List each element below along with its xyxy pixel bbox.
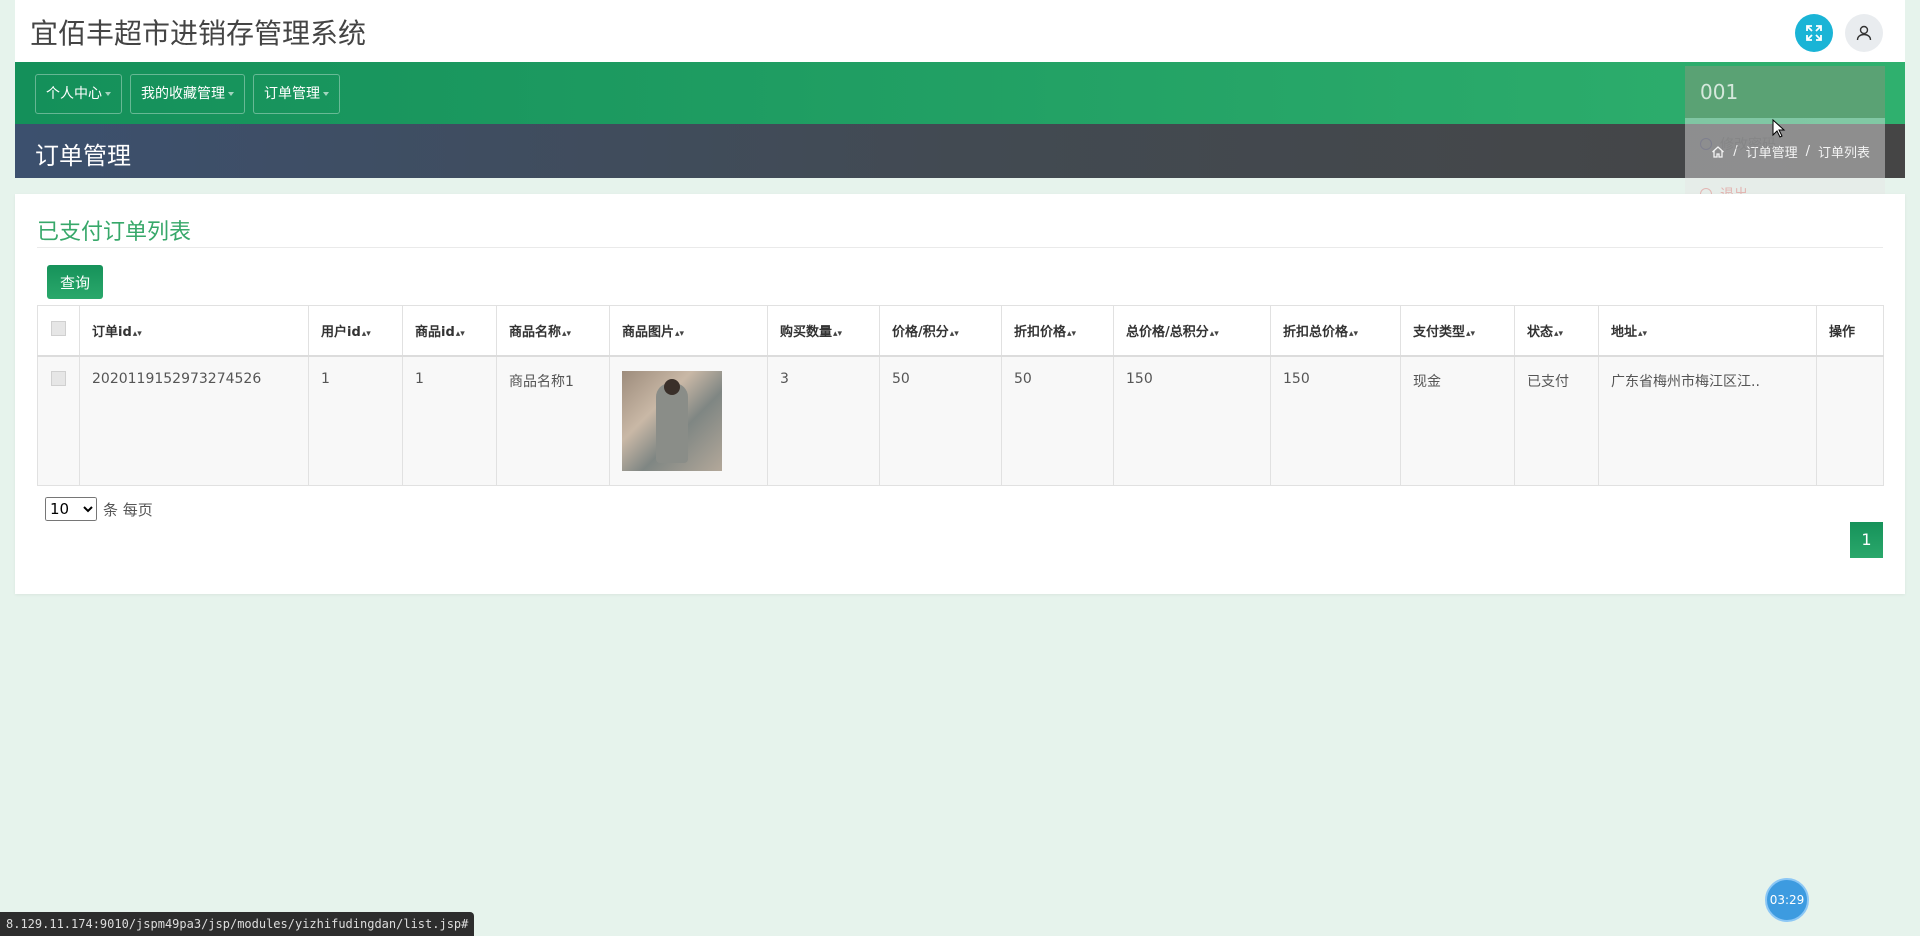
sort-icon: ▴▾ bbox=[1209, 328, 1219, 339]
dropdown-header: 001 bbox=[1685, 66, 1885, 118]
nav-item-favorites[interactable]: 我的收藏管理 bbox=[130, 74, 245, 114]
col-product-name[interactable]: 商品名称▴▾ bbox=[496, 305, 610, 357]
col-product-id[interactable]: 商品id▴▾ bbox=[402, 305, 497, 357]
query-button[interactable]: 查询 bbox=[47, 265, 103, 299]
order-list-card: 已支付订单列表 查询 订单id▴▾ 用户id▴▾ 商品id▴▾ 商品名称▴▾ 商… bbox=[15, 194, 1905, 594]
page-button-current[interactable]: 1 bbox=[1850, 522, 1883, 558]
nav-item-label: 订单管理 bbox=[264, 86, 320, 102]
dropdown-item-change-password[interactable]: 修改密码 bbox=[1700, 134, 1776, 154]
expand-icon bbox=[1806, 25, 1822, 41]
sort-icon: ▴▾ bbox=[949, 328, 959, 339]
caret-down-icon bbox=[105, 92, 111, 96]
product-image[interactable] bbox=[622, 370, 722, 471]
nav-item-label: 我的收藏管理 bbox=[141, 86, 225, 102]
sort-icon: ▴▾ bbox=[833, 328, 843, 339]
sort-icon: ▴▾ bbox=[132, 328, 142, 339]
cell-price: 50 bbox=[879, 355, 1002, 486]
floating-timer[interactable]: 03:29 bbox=[1765, 878, 1809, 922]
sort-icon: ▴▾ bbox=[1638, 328, 1648, 339]
sort-icon: ▴▾ bbox=[1067, 328, 1077, 339]
nav-item-label: 个人中心 bbox=[46, 86, 102, 102]
col-product-image[interactable]: 商品图片▴▾ bbox=[609, 305, 768, 357]
divider bbox=[37, 247, 1883, 248]
cell-quantity: 3 bbox=[767, 355, 880, 486]
nav-item-orders[interactable]: 订单管理 bbox=[253, 74, 340, 114]
col-address[interactable]: 地址▴▾ bbox=[1598, 305, 1817, 357]
col-quantity[interactable]: 购买数量▴▾ bbox=[767, 305, 880, 357]
table-header-row: 订单id▴▾ 用户id▴▾ 商品id▴▾ 商品名称▴▾ 商品图片▴▾ 购买数量▴… bbox=[37, 305, 1884, 357]
dropdown-item-label: 修改密码 bbox=[1720, 137, 1776, 153]
mouse-cursor-icon bbox=[1772, 119, 1786, 138]
sort-icon: ▴▾ bbox=[562, 328, 572, 339]
col-pay-type[interactable]: 支付类型▴▾ bbox=[1400, 305, 1515, 357]
fullscreen-button[interactable] bbox=[1795, 14, 1833, 52]
page-header: 订单管理 / 订单管理 / 订单列表 bbox=[15, 124, 1905, 178]
sort-icon: ▴▾ bbox=[1554, 328, 1564, 339]
clock-icon bbox=[1700, 138, 1712, 150]
user-icon bbox=[1856, 25, 1872, 41]
page-title: 订单管理 bbox=[35, 142, 131, 170]
cell-status: 已支付 bbox=[1514, 355, 1599, 486]
col-discount-total[interactable]: 折扣总价格▴▾ bbox=[1270, 305, 1401, 357]
row-select-cell bbox=[37, 355, 80, 486]
cell-user-id: 1 bbox=[308, 355, 403, 486]
col-order-id[interactable]: 订单id▴▾ bbox=[79, 305, 309, 357]
status-bar-url: 8.129.11.174:9010/jspm49pa3/jsp/modules/… bbox=[0, 912, 475, 936]
cell-actions bbox=[1816, 355, 1884, 486]
table-row: 2020119152973274526 1 1 商品名称1 3 50 50 15… bbox=[37, 355, 1884, 486]
cell-order-id: 2020119152973274526 bbox=[79, 355, 309, 486]
sort-icon: ▴▾ bbox=[1349, 328, 1359, 339]
app-title: 宜佰丰超市进销存管理系统 bbox=[30, 17, 367, 50]
cell-product-name: 商品名称1 bbox=[496, 355, 610, 486]
cell-discount-price: 50 bbox=[1001, 355, 1114, 486]
cell-discount-total: 150 bbox=[1270, 355, 1401, 486]
cell-product-image bbox=[609, 355, 768, 486]
select-all-checkbox[interactable] bbox=[51, 320, 66, 336]
card-title: 已支付订单列表 bbox=[37, 220, 192, 245]
cell-pay-type: 现金 bbox=[1400, 355, 1515, 486]
select-all-cell bbox=[37, 305, 80, 357]
col-price[interactable]: 价格/积分▴▾ bbox=[879, 305, 1002, 357]
page-size-select[interactable]: 10 bbox=[45, 497, 97, 521]
col-discount-price[interactable]: 折扣价格▴▾ bbox=[1001, 305, 1114, 357]
row-checkbox[interactable] bbox=[51, 370, 66, 386]
sort-icon: ▴▾ bbox=[455, 328, 465, 339]
cell-total: 150 bbox=[1113, 355, 1271, 486]
col-total[interactable]: 总价格/总积分▴▾ bbox=[1113, 305, 1271, 357]
col-status[interactable]: 状态▴▾ bbox=[1514, 305, 1599, 357]
user-menu-button[interactable] bbox=[1845, 14, 1883, 52]
sort-icon: ▴▾ bbox=[1466, 328, 1476, 339]
caret-down-icon bbox=[228, 92, 234, 96]
cell-product-id: 1 bbox=[402, 355, 497, 486]
page-size-label: 条 每页 bbox=[103, 500, 153, 519]
page-size-control: 10 条 每页 bbox=[45, 497, 153, 521]
orders-table: 订单id▴▾ 用户id▴▾ 商品id▴▾ 商品名称▴▾ 商品图片▴▾ 购买数量▴… bbox=[37, 305, 1884, 486]
sort-icon: ▴▾ bbox=[361, 328, 371, 339]
nav-item-personal-center[interactable]: 个人中心 bbox=[35, 74, 122, 114]
dropdown-username: 001 bbox=[1700, 80, 1739, 104]
caret-down-icon bbox=[323, 92, 329, 96]
col-user-id[interactable]: 用户id▴▾ bbox=[308, 305, 403, 357]
cell-address: 广东省梅州市梅江区江.. bbox=[1598, 355, 1817, 486]
sort-icon: ▴▾ bbox=[675, 328, 685, 339]
col-actions: 操作 bbox=[1816, 305, 1884, 357]
main-nav: 个人中心 我的收藏管理 订单管理 bbox=[15, 62, 1905, 124]
top-header: 宜佰丰超市进销存管理系统 bbox=[15, 0, 1905, 62]
